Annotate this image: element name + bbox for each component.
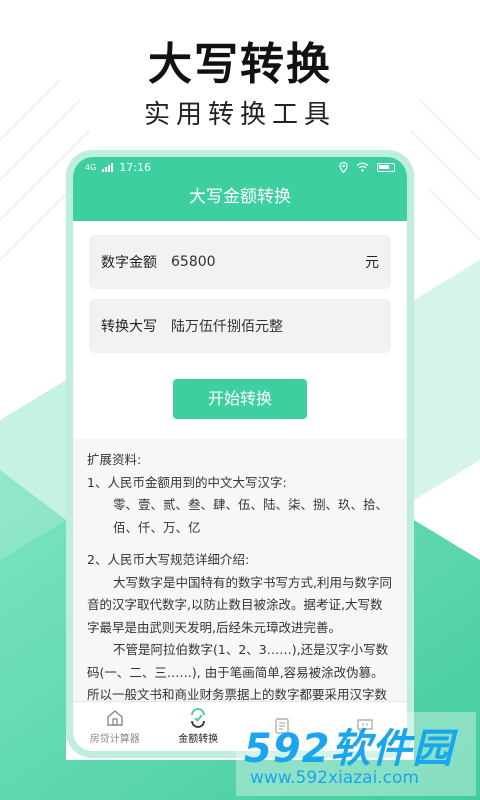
info-item2-title: 2、人民币大写规范详细介绍: <box>87 552 250 567</box>
location-icon <box>339 161 348 173</box>
phone-frame: 4G 17:16 大写金额转换 数字金额 65800 元 转换大写 陆万伍仟捌佰… <box>66 150 414 758</box>
result-value: 陆万伍仟捌佰元整 <box>171 319 283 335</box>
info-section: 扩展资料: 1、人民币金额用到的中文大写汉字: 零、壹、贰、叁、肆、伍、陆、柒、… <box>73 439 407 715</box>
watermark-url: www.592xiazai.com <box>250 768 419 788</box>
amount-unit: 元 <box>365 255 379 271</box>
status-bar: 4G 17:16 <box>73 157 407 177</box>
hero-title: 大写转换 <box>148 39 332 90</box>
tab-amount-convert[interactable]: 金额转换 <box>157 702 241 751</box>
info-item1-body: 零、壹、贰、叁、肆、伍、陆、柒、捌、玖、拾、佰、仟、万、亿 <box>113 497 389 535</box>
app-header: 4G 17:16 大写金额转换 <box>73 157 407 221</box>
signal-icon <box>102 162 114 172</box>
convert-icon <box>191 708 206 728</box>
info-item2-para1: 大写数字是中国特有的数字书写方式,利用与数字同音的汉字取代数字,以防止数目被涂改… <box>87 574 392 635</box>
convert-button[interactable]: 开始转换 <box>173 379 307 419</box>
tab-mortgage-calculator[interactable]: 房贷计算器 <box>73 702 157 751</box>
app-title: 大写金额转换 <box>189 187 291 207</box>
amount-input[interactable]: 65800 <box>171 254 363 270</box>
house-icon <box>107 710 123 726</box>
hero-subtitle: 实用转换工具 <box>143 100 336 130</box>
wifi-icon <box>356 162 369 172</box>
converter-form: 数字金额 65800 元 转换大写 陆万伍仟捌佰元整 开始转换 <box>73 221 407 439</box>
info-item1-title: 1、人民币金额用到的中文大写汉字: <box>87 474 287 490</box>
tab-label: 房贷计算器 <box>89 734 140 745</box>
amount-label: 数字金额 <box>101 255 157 271</box>
watermark-brand: 592软件园 <box>244 726 454 772</box>
result-label: 转换大写 <box>101 319 157 335</box>
battery-icon <box>377 162 395 172</box>
amount-row[interactable]: 数字金额 65800 元 <box>89 235 391 289</box>
network-label: 4G <box>85 162 97 172</box>
tab-label: 金额转换 <box>178 734 219 745</box>
phone-screen: 4G 17:16 大写金额转换 数字金额 65800 元 转换大写 陆万伍仟捌佰… <box>73 157 407 751</box>
result-row: 转换大写 陆万伍仟捌佰元整 <box>89 299 391 353</box>
status-time: 17:16 <box>119 160 151 174</box>
info-heading: 扩展资料: <box>87 452 142 467</box>
